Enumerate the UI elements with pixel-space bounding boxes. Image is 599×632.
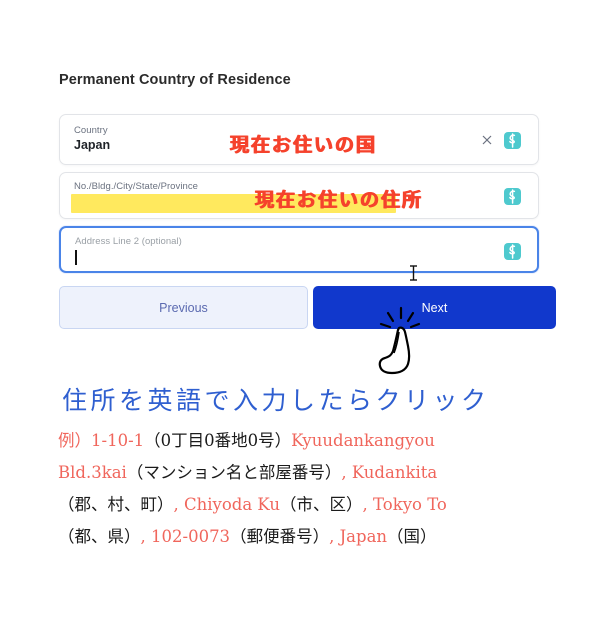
annotation-click-instruction: 住所を英語で入力したらクリック [62,386,490,415]
annotation-address-note: 現在お住いの住所 [255,190,424,211]
password-manager-icon[interactable] [504,132,521,149]
page-title: Permanent Country of Residence [59,72,291,88]
example-address-segment: （マンション名と部屋番号） [126,463,342,482]
example-address-line: （郡、村、町）, Chiyoda Ku（市、区）, Tokyo To [58,489,558,521]
example-address-line: Bld.3kai（マンション名と部屋番号）, Kudankita [58,457,558,489]
address-line-1-label: No./Bldg./City/State/Province [74,181,198,192]
example-address-line: 例）1-10-1（0丁目0番地0号）Kyuudankangyou [58,425,558,457]
example-address-segment: Bld.3kai [58,463,127,482]
example-address-segment: , [341,463,352,482]
example-address-segment: （0丁目0番地0号） [144,431,292,450]
example-address-segment: （国） [387,527,437,546]
example-address-segment: , [329,527,340,546]
example-address-segment: （郡、村、町） [58,495,174,514]
address-line-2-field[interactable]: Address Line 2 (optional) [59,226,539,273]
hand-shape [378,326,411,375]
password-manager-icon[interactable] [504,243,521,260]
example-address-block: 例）1-10-1（0丁目0番地0号）Kyuudankangyou Bld.3kai… [58,425,558,553]
example-address-segment: 例） [58,431,91,450]
example-address-segment: , [362,495,374,514]
example-address-segment: , [140,527,151,546]
example-address-line: （都、県）, 102-0073（郵便番号）, Japan（国） [58,521,558,553]
example-address-segment: Kudankita [351,463,438,482]
example-address-segment: （郵便番号） [230,527,330,546]
example-address-segment: 1-10-1 [91,431,145,450]
next-button[interactable]: Next [313,286,556,329]
next-button-label: Next [421,300,448,315]
example-address-segment: Japan [339,527,388,546]
example-address-segment: Chiyoda Ku [184,495,281,514]
password-manager-icon[interactable] [504,188,521,205]
annotation-country-note: 現在お住いの国 [230,135,378,156]
example-address-segment: Tokyo To [373,495,447,514]
previous-button-label: Previous [159,300,208,315]
example-address-segment: （都、県） [58,527,141,546]
example-address-segment: Kyuudankangyou [291,431,435,450]
example-address-segment: （市、区） [280,495,363,514]
country-field-label: Country [74,125,108,136]
address-line-2-label: Address Line 2 (optional) [75,236,182,247]
example-address-segment: , [173,495,184,514]
example-address-segment: 102-0073 [151,527,231,546]
close-icon[interactable] [480,133,494,147]
text-caret [75,250,77,265]
country-field-value: Japan [74,138,111,152]
previous-button[interactable]: Previous [59,286,308,329]
